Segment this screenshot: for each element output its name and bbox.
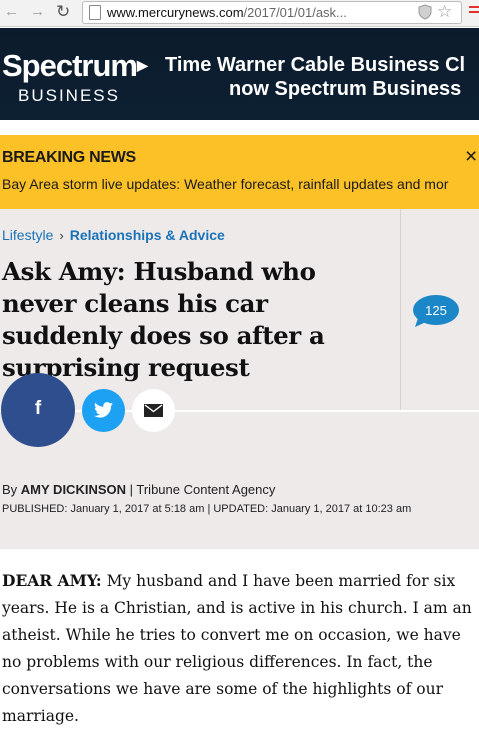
article-body: DEAR AMY: My husband and I have been mar… bbox=[2, 567, 472, 730]
close-icon[interactable]: × bbox=[465, 146, 477, 168]
email-share-button[interactable] bbox=[132, 389, 175, 432]
breaking-news-bar[interactable]: BREAKING NEWS × Bay Area storm live upda… bbox=[0, 135, 479, 209]
agency-name: | Tribune Content Agency bbox=[129, 482, 276, 497]
bookmark-star-icon[interactable]: ☆ bbox=[437, 2, 452, 21]
spectrum-logo: Spectrum▶ BUSINESS bbox=[2, 48, 148, 105]
article-lead: DEAR AMY: bbox=[2, 571, 102, 590]
mail-icon bbox=[144, 404, 163, 417]
comment-count[interactable]: 125 bbox=[412, 303, 460, 318]
breaking-news-link[interactable]: Bay Area storm live updates: Weather for… bbox=[2, 176, 448, 192]
breadcrumb-lifestyle[interactable]: Lifestyle bbox=[2, 227, 53, 243]
reload-icon[interactable]: ↻ bbox=[56, 3, 70, 21]
url-path: /2017/01/01/ask... bbox=[243, 5, 347, 20]
byline: By AMY DICKINSON | Tribune Content Agenc… bbox=[2, 482, 275, 497]
shield-icon[interactable] bbox=[418, 4, 432, 20]
ad-line2: now Spectrum Business bbox=[229, 78, 462, 100]
facebook-icon: f bbox=[34, 398, 42, 419]
logo-brand: Spectrum bbox=[2, 48, 138, 83]
url-host: www.mercurynews.com bbox=[107, 5, 244, 20]
ad-line1: Time Warner Cable Business Cl bbox=[165, 54, 466, 76]
menu-icon[interactable] bbox=[469, 6, 479, 18]
header-divider-vertical bbox=[400, 209, 401, 411]
breadcrumb: Lifestyle › Relationships & Advice bbox=[2, 227, 225, 243]
url-text: www.mercurynews.com/2017/01/01/ask... bbox=[107, 5, 347, 20]
breaking-news-title: BREAKING NEWS bbox=[2, 149, 136, 166]
byline-prefix: By bbox=[2, 482, 18, 497]
page-title: Ask Amy: Husband who never cleans his ca… bbox=[2, 257, 325, 382]
logo-sub: BUSINESS bbox=[18, 86, 120, 105]
twitter-share-button[interactable] bbox=[82, 389, 125, 432]
twitter-icon bbox=[94, 402, 113, 418]
chevron-right-icon: › bbox=[59, 228, 64, 243]
publish-dates: PUBLISHED: January 1, 2017 at 5:18 am | … bbox=[2, 503, 412, 515]
ad-banner[interactable]: Spectrum▶ BUSINESS Time Warner Cable Bus… bbox=[0, 28, 479, 120]
facebook-share-button[interactable]: f bbox=[1, 373, 75, 447]
author-name[interactable]: AMY DICKINSON bbox=[21, 482, 126, 497]
logo-arrow-icon: ▶ bbox=[136, 57, 148, 73]
article-paragraph: My husband and I have been married for s… bbox=[2, 572, 472, 725]
address-bar[interactable]: www.mercurynews.com/2017/01/01/ask... ☆ bbox=[82, 1, 462, 24]
page-icon bbox=[89, 5, 101, 20]
breadcrumb-relationships[interactable]: Relationships & Advice bbox=[70, 227, 225, 243]
back-icon[interactable]: ← bbox=[4, 3, 19, 21]
forward-icon[interactable]: → bbox=[30, 3, 45, 21]
browser-toolbar: ← → ↻ www.mercurynews.com/2017/01/01/ask… bbox=[0, 0, 479, 27]
ad-text: Time Warner Cable Business Cl now Spectr… bbox=[165, 53, 465, 101]
